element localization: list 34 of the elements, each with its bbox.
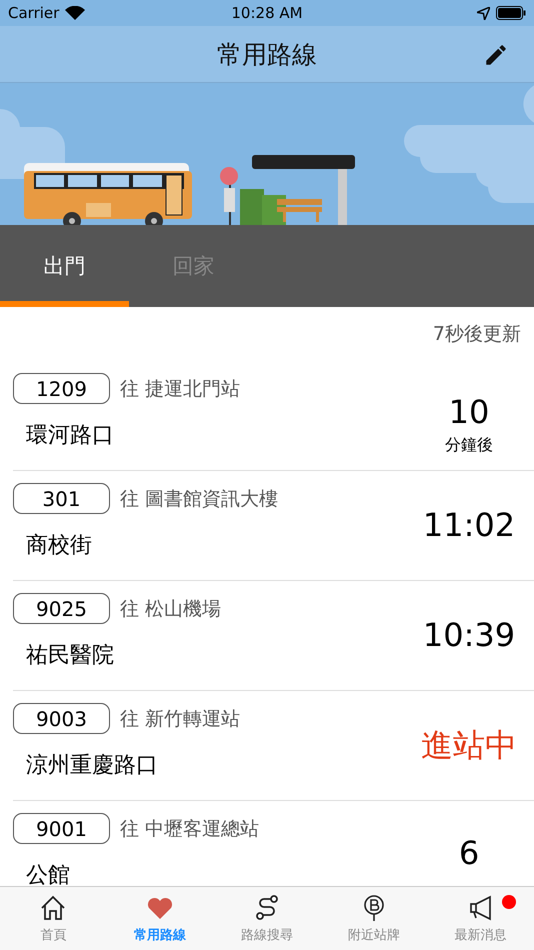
route-destination: 往 圖書館資訊大樓: [120, 486, 278, 512]
tab-bar-item[interactable]: 路線搜尋: [214, 887, 320, 950]
stop-name: 祐民醫院: [25, 642, 115, 670]
stop-name: 公館: [25, 862, 71, 886]
stop-name: 涼州重慶路口: [25, 752, 159, 780]
route-destination: 往 捷運北門站: [120, 376, 240, 402]
route-destination: 往 新竹轉運站: [120, 706, 240, 732]
route-destination: 往 松山機場: [120, 596, 222, 622]
eta-minutes: 10: [448, 392, 490, 432]
wifi-icon: [65, 6, 86, 20]
route-number: 301: [13, 483, 110, 514]
tab-bar-item[interactable]: 常用路線: [106, 887, 214, 950]
nav-title: 常用路線: [217, 38, 317, 70]
tab-bar-item[interactable]: 首頁: [0, 887, 107, 950]
eta-minutes: 6: [458, 834, 480, 872]
tab-bar-item[interactable]: 附近站牌: [320, 887, 428, 950]
stop-name: 環河路口: [25, 422, 115, 450]
carrier-name: Carrier: [8, 4, 60, 22]
update-countdown: 7秒後更新: [432, 322, 521, 347]
eta-time: 11:02: [422, 506, 516, 545]
stop-name: 商校街: [25, 532, 93, 560]
tab-bar-item[interactable]: 最新消息: [427, 887, 534, 950]
route-destination: 往 中壢客運總站: [120, 816, 260, 842]
tab[interactable]: 出門: [0, 225, 129, 307]
battery-icon: [496, 6, 526, 20]
eta-unit: 分鐘後: [445, 435, 493, 456]
location-arrow-icon: [476, 6, 490, 20]
route-number: 9025: [13, 593, 110, 624]
route-number: 9003: [13, 703, 110, 734]
route-number: 1209: [13, 373, 110, 404]
arriving-status: 進站中: [421, 726, 517, 765]
status-time: 10:28 AM: [231, 4, 303, 22]
route-number: 9001: [13, 813, 110, 844]
eta-time: 10:39: [422, 616, 516, 655]
